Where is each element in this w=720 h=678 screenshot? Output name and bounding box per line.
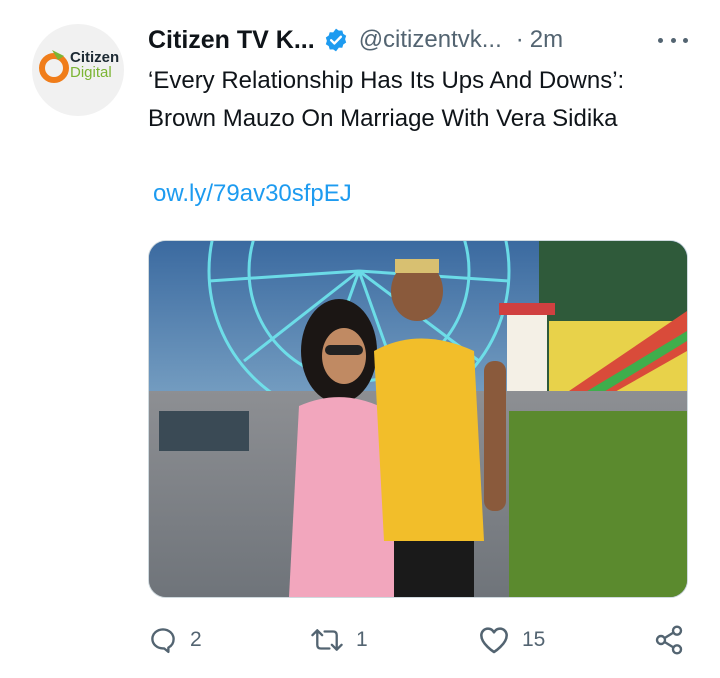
reply-icon (151, 628, 175, 654)
tweet-actions: 2 1 15 (148, 618, 696, 662)
reply-count: 2 (190, 628, 202, 651)
verified-badge-icon (323, 27, 349, 53)
logo-text-citizen: Citizen (70, 49, 120, 66)
tweet-photo[interactable] (148, 240, 688, 598)
share-button[interactable] (653, 618, 685, 662)
handle[interactable]: @citizentvk... (359, 26, 502, 54)
logo-wordmark: Citizen Digital (70, 50, 119, 80)
tweet-link[interactable]: ow.ly/79av30sfpEJ (153, 180, 352, 208)
like-count: 15 (522, 628, 546, 651)
retweet-count: 1 (356, 628, 368, 651)
photo-bench (159, 411, 249, 451)
timestamp[interactable]: 2m (530, 26, 563, 54)
display-name[interactable]: Citizen TV K... (148, 26, 315, 55)
tweet-text: ‘Every Relationship Has Its Ups And Down… (148, 67, 625, 132)
separator-dot: · (515, 26, 524, 53)
more-options-icon[interactable] (658, 30, 688, 50)
share-icon (655, 625, 683, 655)
avatar[interactable]: Citizen Digital (32, 24, 124, 116)
citizen-logo-icon (39, 50, 69, 83)
logo-text-digital: Digital (70, 64, 112, 81)
heart-icon (480, 627, 508, 654)
reply-button[interactable]: 2 (148, 618, 202, 662)
tweet-header: Citizen TV K... @citizentvk... · 2m (148, 20, 696, 60)
like-button[interactable]: 15 (478, 618, 545, 662)
retweet-button[interactable]: 1 (310, 618, 368, 662)
retweet-icon (311, 629, 343, 651)
photo-grass (509, 411, 687, 597)
